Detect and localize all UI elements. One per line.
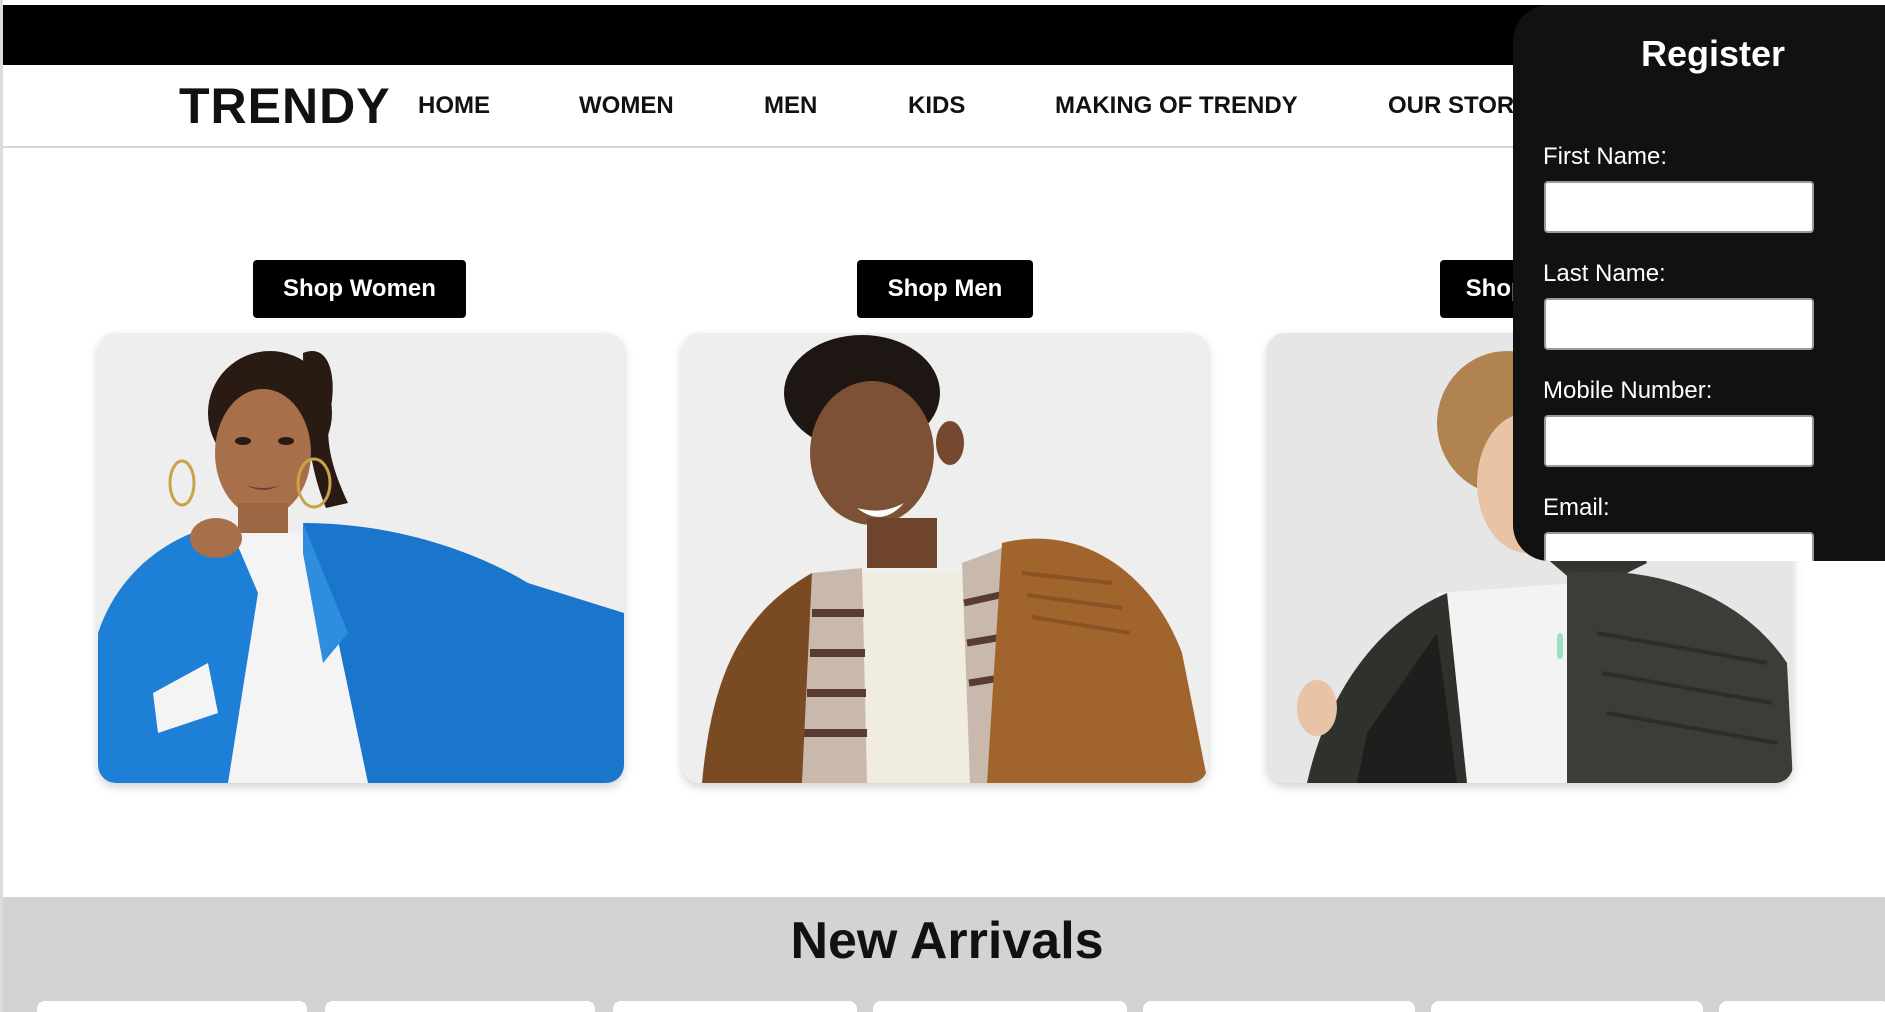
- email-label: Email:: [1543, 494, 1610, 521]
- arrival-item[interactable]: [37, 1001, 307, 1012]
- shop-women-button[interactable]: Shop Women: [253, 260, 466, 318]
- nav-home[interactable]: HOME: [418, 92, 490, 120]
- men-category-card[interactable]: [682, 333, 1208, 783]
- women-model-image: [98, 333, 624, 783]
- window-frame-edge: [0, 0, 3, 1012]
- first-name-label: First Name:: [1543, 143, 1668, 170]
- arrival-item[interactable]: [325, 1001, 595, 1012]
- register-panel: Register First Name: Last Name: Mobile N…: [1513, 5, 1885, 561]
- register-title: Register: [1640, 33, 1786, 74]
- email-input[interactable]: [1544, 532, 1814, 561]
- mobile-number-label: Mobile Number:: [1543, 377, 1713, 404]
- arrival-item[interactable]: [1143, 1001, 1415, 1012]
- first-name-input[interactable]: [1544, 181, 1814, 233]
- last-name-label: Last Name:: [1543, 260, 1666, 287]
- arrival-item[interactable]: [1431, 1001, 1703, 1012]
- nav-our-story[interactable]: OUR STORY: [1388, 92, 1529, 120]
- shop-men-button[interactable]: Shop Men: [857, 260, 1033, 318]
- women-category-card[interactable]: [98, 333, 624, 783]
- mobile-number-input[interactable]: [1544, 415, 1814, 467]
- men-model-image: [682, 333, 1208, 783]
- nav-kids[interactable]: KIDS: [908, 92, 965, 120]
- nav-making-of-trendy[interactable]: MAKING OF TRENDY: [1055, 92, 1298, 120]
- nav-women[interactable]: WOMEN: [579, 92, 674, 120]
- arrival-item[interactable]: [1719, 1001, 1885, 1012]
- nav-men[interactable]: MEN: [764, 92, 817, 120]
- page: TRENDY HOME WOMEN MEN KIDS MAKING OF TRE…: [0, 0, 1885, 1012]
- new-arrivals-heading: New Arrivals: [790, 912, 1104, 970]
- brand-logo[interactable]: TRENDY: [179, 77, 391, 135]
- arrival-item[interactable]: [873, 1001, 1127, 1012]
- last-name-input[interactable]: [1544, 298, 1814, 350]
- arrival-item[interactable]: [613, 1001, 857, 1012]
- new-arrivals-section: New Arrivals: [3, 897, 1885, 1012]
